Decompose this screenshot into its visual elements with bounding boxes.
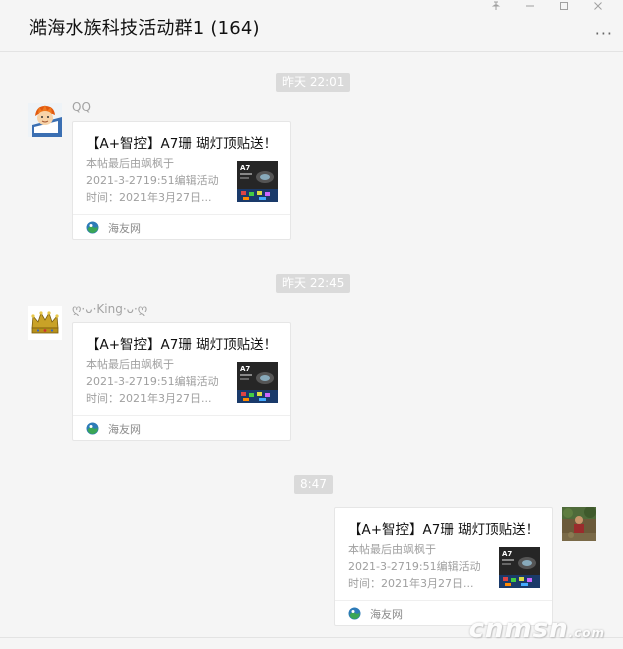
card-desc-line: 2021-3-2719:51编辑活动 xyxy=(86,375,219,388)
card-thumbnail: A7 xyxy=(237,362,278,403)
card-desc-line: 时间：2021年3月27日... xyxy=(86,392,212,405)
haiyou-logo-icon xyxy=(348,607,361,620)
cartoon-avatar-icon xyxy=(28,103,62,137)
maximize-icon[interactable] xyxy=(547,0,581,12)
svg-text:A7: A7 xyxy=(502,550,512,558)
card-title: 【A+智控】A7珊 瑚灯顶贴送！ xyxy=(86,136,278,152)
card-desc-line: 时间：2021年3月27日... xyxy=(348,577,474,590)
avatar[interactable] xyxy=(28,306,62,340)
card-desc-line: 本帖最后由飒枫于 xyxy=(86,157,174,170)
avatar[interactable] xyxy=(28,103,62,137)
link-card[interactable]: 【A+智控】A7珊 瑚灯顶贴送！ 本帖最后由飒枫于 2021-3-2719:51… xyxy=(334,507,553,626)
timestamp: 昨天 22:01 xyxy=(276,73,351,92)
card-desc-line: 时间：2021年3月27日... xyxy=(86,191,212,204)
product-thumbnail-icon: A7 xyxy=(237,161,278,202)
title-bar: 澔海水族科技活动群1 (164) ··· xyxy=(0,0,623,52)
timestamp: 8:47 xyxy=(294,475,333,494)
card-footer: 海友网 xyxy=(73,415,290,440)
sender-name: ღ·ᴗ·King·ᴗ·ღ xyxy=(72,302,148,316)
more-options-button[interactable]: ··· xyxy=(595,24,613,43)
svg-text:A7: A7 xyxy=(240,365,250,373)
link-card[interactable]: 【A+智控】A7珊 瑚灯顶贴送！ 本帖最后由飒枫于 2021-3-2719:51… xyxy=(72,322,291,441)
link-card[interactable]: 【A+智控】A7珊 瑚灯顶贴送！ 本帖最后由飒枫于 2021-3-2719:51… xyxy=(72,121,291,240)
minimize-icon[interactable] xyxy=(513,0,547,12)
card-desc-line: 本帖最后由飒枫于 xyxy=(348,543,436,556)
photo-avatar-icon xyxy=(562,507,596,541)
window-controls xyxy=(479,0,615,12)
watermark-text: cnmsn xyxy=(468,614,569,644)
timestamp: 昨天 22:45 xyxy=(276,274,351,293)
card-source: 海友网 xyxy=(108,423,141,436)
card-desc-line: 本帖最后由飒枫于 xyxy=(86,358,174,371)
crown-avatar-icon xyxy=(28,306,62,340)
card-title: 【A+智控】A7珊 瑚灯顶贴送！ xyxy=(348,522,540,538)
product-thumbnail-icon: A7 xyxy=(237,362,278,403)
card-thumbnail: A7 xyxy=(237,161,278,202)
card-desc-line: 2021-3-2719:51编辑活动 xyxy=(348,560,481,573)
card-source: 海友网 xyxy=(108,222,141,235)
card-footer: 海友网 xyxy=(73,214,290,239)
pin-icon[interactable] xyxy=(479,0,513,12)
avatar[interactable] xyxy=(562,507,596,541)
close-icon[interactable] xyxy=(581,0,615,12)
product-thumbnail-icon: A7 xyxy=(499,547,540,588)
card-desc-line: 2021-3-2719:51编辑活动 xyxy=(86,174,219,187)
sender-name: QQ xyxy=(72,100,91,114)
svg-text:A7: A7 xyxy=(240,164,250,172)
card-thumbnail: A7 xyxy=(499,547,540,588)
chat-title: 澔海水族科技活动群1 (164) xyxy=(29,18,260,39)
site-watermark: cnmsn.com xyxy=(469,614,605,644)
watermark-suffix: .com xyxy=(568,626,605,640)
haiyou-logo-icon xyxy=(86,422,99,435)
card-description: 本帖最后由飒枫于 2021-3-2719:51编辑活动 时间：2021年3月27… xyxy=(86,155,232,206)
card-title: 【A+智控】A7珊 瑚灯顶贴送！ xyxy=(86,337,278,353)
card-source: 海友网 xyxy=(370,608,403,621)
haiyou-logo-icon xyxy=(86,221,99,234)
card-description: 本帖最后由飒枫于 2021-3-2719:51编辑活动 时间：2021年3月27… xyxy=(348,541,494,592)
card-description: 本帖最后由飒枫于 2021-3-2719:51编辑活动 时间：2021年3月27… xyxy=(86,356,232,407)
